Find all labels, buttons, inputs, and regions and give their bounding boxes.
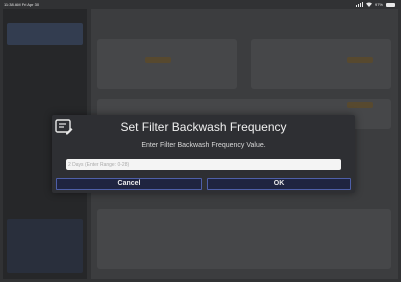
frequency-input[interactable] — [66, 159, 341, 170]
signal-icon — [355, 2, 363, 7]
status-bar: 11:38 AM Fri Apr 30 97% — [0, 0, 401, 9]
wifi-icon — [365, 2, 372, 7]
cancel-button[interactable]: Cancel — [56, 178, 202, 190]
status-time-date: 11:38 AM Fri Apr 30 — [4, 2, 40, 7]
dialog-title: Set Filter Backwash Frequency — [120, 120, 287, 134]
battery-percent: 97% — [374, 2, 383, 7]
battery-icon — [386, 2, 395, 7]
ok-button[interactable]: OK — [207, 178, 351, 190]
dialog-message: Enter Filter Backwash Frequency Value. — [141, 142, 266, 149]
set-frequency-dialog: Set Filter Backwash Frequency Enter Filt… — [52, 115, 355, 193]
screen-background: 11:38 AM Fri Apr 30 97% Set Filter Backw… — [0, 0, 401, 282]
status-indicators: 97% — [355, 0, 395, 9]
